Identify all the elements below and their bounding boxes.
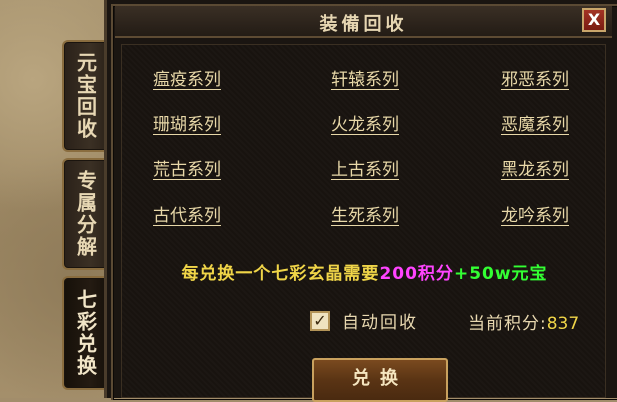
plus-sign: +	[453, 264, 470, 284]
yuanbao-cost: 50w元宝	[469, 264, 548, 284]
side-tab-exclusive-decompose[interactable]: 专属分解	[62, 158, 108, 270]
exchange-cost-info: 每兑换一个七彩玄晶需要200积分+50w元宝	[122, 259, 607, 284]
close-button[interactable]: X	[582, 8, 606, 32]
series-link[interactable]: 龙吟系列	[475, 201, 595, 226]
window-title: 装備回收	[319, 14, 408, 35]
current-points-value: 837	[546, 314, 580, 334]
series-link[interactable]: 恶魔系列	[475, 110, 595, 135]
series-link[interactable]: 生死系列	[305, 201, 425, 226]
side-tab-label: 专属分解	[73, 170, 98, 258]
side-tab-rainbow-exchange[interactable]: 七彩兑换	[62, 276, 108, 390]
auto-recycle-label: 自动回收	[342, 313, 418, 333]
series-link[interactable]: 古代系列	[127, 201, 247, 226]
close-icon: X	[587, 10, 601, 29]
series-link[interactable]: 火龙系列	[305, 110, 425, 135]
exchange-button-label: 兑换	[352, 368, 408, 389]
series-link[interactable]: 荒古系列	[127, 155, 247, 180]
current-points-label: 当前积分:	[468, 314, 547, 334]
series-link[interactable]: 珊瑚系列	[127, 110, 247, 135]
series-link[interactable]: 邪恶系列	[475, 65, 595, 90]
checkmark-icon: ✓	[313, 310, 327, 330]
series-link[interactable]: 轩辕系列	[305, 65, 425, 90]
side-tab-yuanbao-recycle[interactable]: 元宝回收	[62, 40, 108, 152]
content-area: 瘟疫系列 轩辕系列 邪恶系列 珊瑚系列 火龙系列 恶魔系列 荒古系列 上古系列 …	[121, 44, 607, 402]
exchange-info-prefix: 每兑换一个七彩玄晶需要	[181, 264, 380, 284]
side-tab-label: 七彩兑换	[73, 289, 98, 377]
exchange-button[interactable]: 兑换	[312, 358, 448, 402]
current-points: 当前积分:837	[468, 309, 579, 334]
series-link[interactable]: 上古系列	[305, 155, 425, 180]
series-link[interactable]: 黑龙系列	[475, 155, 595, 180]
auto-recycle-checkbox[interactable]: ✓	[310, 310, 330, 331]
points-cost: 200积分	[379, 264, 454, 284]
title-bar: 装備回收 X	[115, 6, 612, 38]
equipment-recycle-panel: 装備回收 X 瘟疫系列 轩辕系列 邪恶系列 珊瑚系列 火龙系列 恶魔系列 荒古系…	[104, 0, 617, 402]
series-link[interactable]: 瘟疫系列	[127, 65, 247, 90]
auto-recycle-row: ✓ 自动回收	[310, 308, 418, 333]
side-tab-label: 元宝回收	[73, 52, 98, 140]
